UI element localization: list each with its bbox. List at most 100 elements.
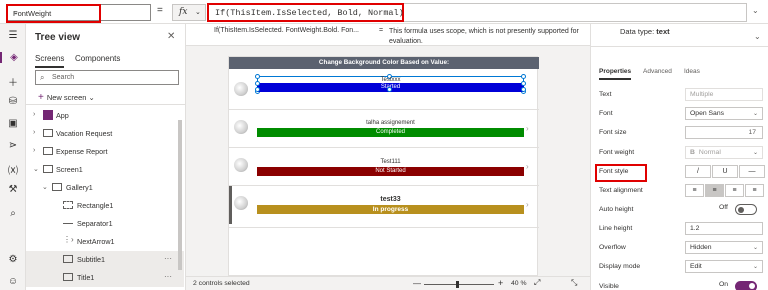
prop-label: Text (599, 91, 612, 98)
italic-button[interactable]: / (685, 165, 711, 178)
toggle-switch[interactable] (735, 204, 757, 215)
auto-height-toggle[interactable]: Off (719, 204, 757, 215)
font-weight-dropdown[interactable]: B Normal ⌄ (685, 146, 763, 159)
font-dropdown[interactable]: Open Sans ⌄ (685, 107, 763, 120)
tab-advanced[interactable]: Advanced (643, 68, 672, 75)
hamburger-icon[interactable]: ☰ (0, 30, 26, 41)
next-arrow-icon[interactable]: › (526, 124, 529, 133)
plus-icon: + (38, 92, 44, 103)
variables-icon[interactable]: ⒳ (0, 162, 26, 177)
tree-node-vacation-request[interactable]: › Vacation Request (26, 125, 184, 143)
display-mode-value: Edit (690, 263, 702, 270)
gallery-item[interactable]: test33 In progress › (229, 186, 539, 228)
scrollbar[interactable] (178, 120, 182, 270)
gallery-item[interactable]: Test111 Not Started › (229, 148, 539, 186)
properties-panel: Data type: text ⌄ Properties Advanced Id… (590, 24, 768, 290)
selected-indicator (229, 186, 232, 224)
search-icon[interactable]: ⌕ (0, 208, 26, 219)
zoom-out-button[interactable]: — (413, 279, 421, 288)
more-options-icon[interactable]: ··· (164, 272, 172, 281)
plus-icon[interactable]: ＋ (0, 74, 26, 89)
next-arrow-icon[interactable]: › (526, 200, 529, 209)
chevron-down-icon[interactable]: ⌄ (754, 32, 761, 41)
toggle-switch[interactable] (735, 281, 757, 290)
align-right-icon[interactable]: ≡ (725, 184, 744, 197)
prop-line-height: Line height 1.2 (599, 222, 764, 236)
visible-toggle[interactable]: On (719, 281, 757, 290)
item-title: Test111 (380, 159, 401, 165)
gallery-icon (52, 183, 62, 191)
tree-node-gallery1[interactable]: ⌄ Gallery1 (26, 179, 184, 197)
chevron-down-icon[interactable]: ⌄ (752, 6, 759, 15)
resize-handle[interactable] (521, 81, 526, 86)
tab-ideas[interactable]: Ideas (684, 68, 700, 75)
tree-node-rectangle1[interactable]: Rectangle1 (26, 197, 184, 215)
tree-node-nextarrow1[interactable]: ⋮› NextArrow1 (26, 233, 184, 251)
close-icon[interactable]: ✕ (167, 31, 175, 42)
tree-node-title1[interactable]: Title1 ··· (26, 269, 184, 287)
display-mode-dropdown[interactable]: Edit ⌄ (685, 260, 763, 273)
resize-handle[interactable] (521, 87, 526, 92)
font-size-input[interactable]: 17 (685, 126, 763, 139)
prop-font-size: Font size 17 (599, 126, 764, 140)
chevron-down-icon: ⌄ (13, 9, 19, 16)
resize-handle[interactable] (255, 87, 260, 92)
gallery-item[interactable]: talha assignement Completed › (229, 110, 539, 148)
resize-handle[interactable] (387, 87, 392, 92)
align-center-icon[interactable]: ≡ (705, 184, 724, 197)
tab-screens[interactable]: Screens (35, 54, 65, 68)
status-bar-label: Not Started (257, 167, 524, 176)
zoom-slider[interactable] (424, 281, 494, 288)
canvas-area: If(ThisItem.IsSelected. FontWeight.Bold.… (186, 24, 590, 290)
gallery-item[interactable]: Testxxx Started (229, 72, 539, 110)
zoom-in-button[interactable]: + (498, 278, 503, 288)
chevron-right-icon: › (33, 111, 36, 118)
align-left-icon[interactable]: ≡ (685, 184, 704, 197)
underline-button[interactable]: U (712, 165, 738, 178)
font-value: Open Sans (690, 110, 725, 117)
tab-components[interactable]: Components (75, 54, 120, 63)
text-value-field[interactable]: Multiple (685, 88, 763, 101)
tree-node-expense-report[interactable]: › Expense Report (26, 143, 184, 161)
overflow-dropdown[interactable]: Hidden ⌄ (685, 241, 763, 254)
virtual-agent-icon[interactable]: ☺ (0, 276, 26, 287)
next-arrow-icon: ⋮› (63, 235, 74, 244)
chevron-down-icon: ⌄ (752, 245, 758, 251)
formula-text: If(ThisItem.IsSelected, Bold, Normal) (215, 8, 404, 18)
search-icon: ⌕ (40, 73, 45, 82)
fit-to-window-icon[interactable]: ⤢ (534, 278, 540, 288)
expand-icon[interactable]: ⤡ (571, 278, 577, 288)
tree-node-separator1[interactable]: Separator1 (26, 215, 184, 233)
prop-label: Font size (599, 129, 627, 136)
resize-handle[interactable] (255, 81, 260, 86)
new-screen-button[interactable]: + New screen ⌄ (38, 92, 95, 103)
settings-icon[interactable]: ⚙ (0, 254, 26, 265)
more-options-icon[interactable]: ··· (164, 254, 172, 263)
tree-node-screen1[interactable]: ⌄ Screen1 (26, 161, 184, 179)
chevron-down-icon: ⌄ (752, 264, 758, 270)
align-justify-icon[interactable]: ≡ (745, 184, 764, 197)
formula-preview: If(ThisItem.IsSelected. FontWeight.Bold.… (214, 27, 359, 34)
layers-icon[interactable]: ◈ (0, 52, 26, 63)
next-arrow-icon[interactable]: › (526, 162, 529, 171)
fx-button[interactable]: fx ⌄ (172, 4, 206, 21)
flow-icon[interactable]: ⋗ (0, 140, 26, 151)
node-label: App (56, 111, 69, 120)
search-placeholder: Search (52, 74, 75, 81)
line-height-input[interactable]: 1.2 (685, 222, 763, 235)
media-icon[interactable]: ▣ (0, 118, 26, 129)
database-icon[interactable]: ⛁ (0, 96, 26, 107)
strikethrough-button[interactable]: — (739, 165, 765, 178)
property-dropdown[interactable]: FontWeight ⌄ (6, 4, 151, 23)
tree-node-app[interactable]: › App (26, 107, 184, 125)
prop-overflow: Overflow Hidden ⌄ (599, 241, 764, 255)
status-bar: 2 controls selected — + 40 % ⤢ ⤡ (186, 276, 590, 290)
tree-node-subtitle1[interactable]: Subtitle1 ··· (26, 251, 184, 269)
formula-input[interactable]: If(ThisItem.IsSelected, Bold, Normal) (207, 3, 747, 22)
powerapps-studio: FontWeight ⌄ = fx ⌄ If(ThisItem.IsSelect… (0, 0, 768, 290)
zoom-thumb[interactable] (455, 281, 459, 288)
tools-icon[interactable]: ⚒ (0, 184, 26, 195)
status-bar-label: Completed (257, 128, 524, 137)
tree-search-input[interactable]: ⌕ Search (35, 70, 179, 85)
tab-properties[interactable]: Properties (599, 68, 632, 80)
